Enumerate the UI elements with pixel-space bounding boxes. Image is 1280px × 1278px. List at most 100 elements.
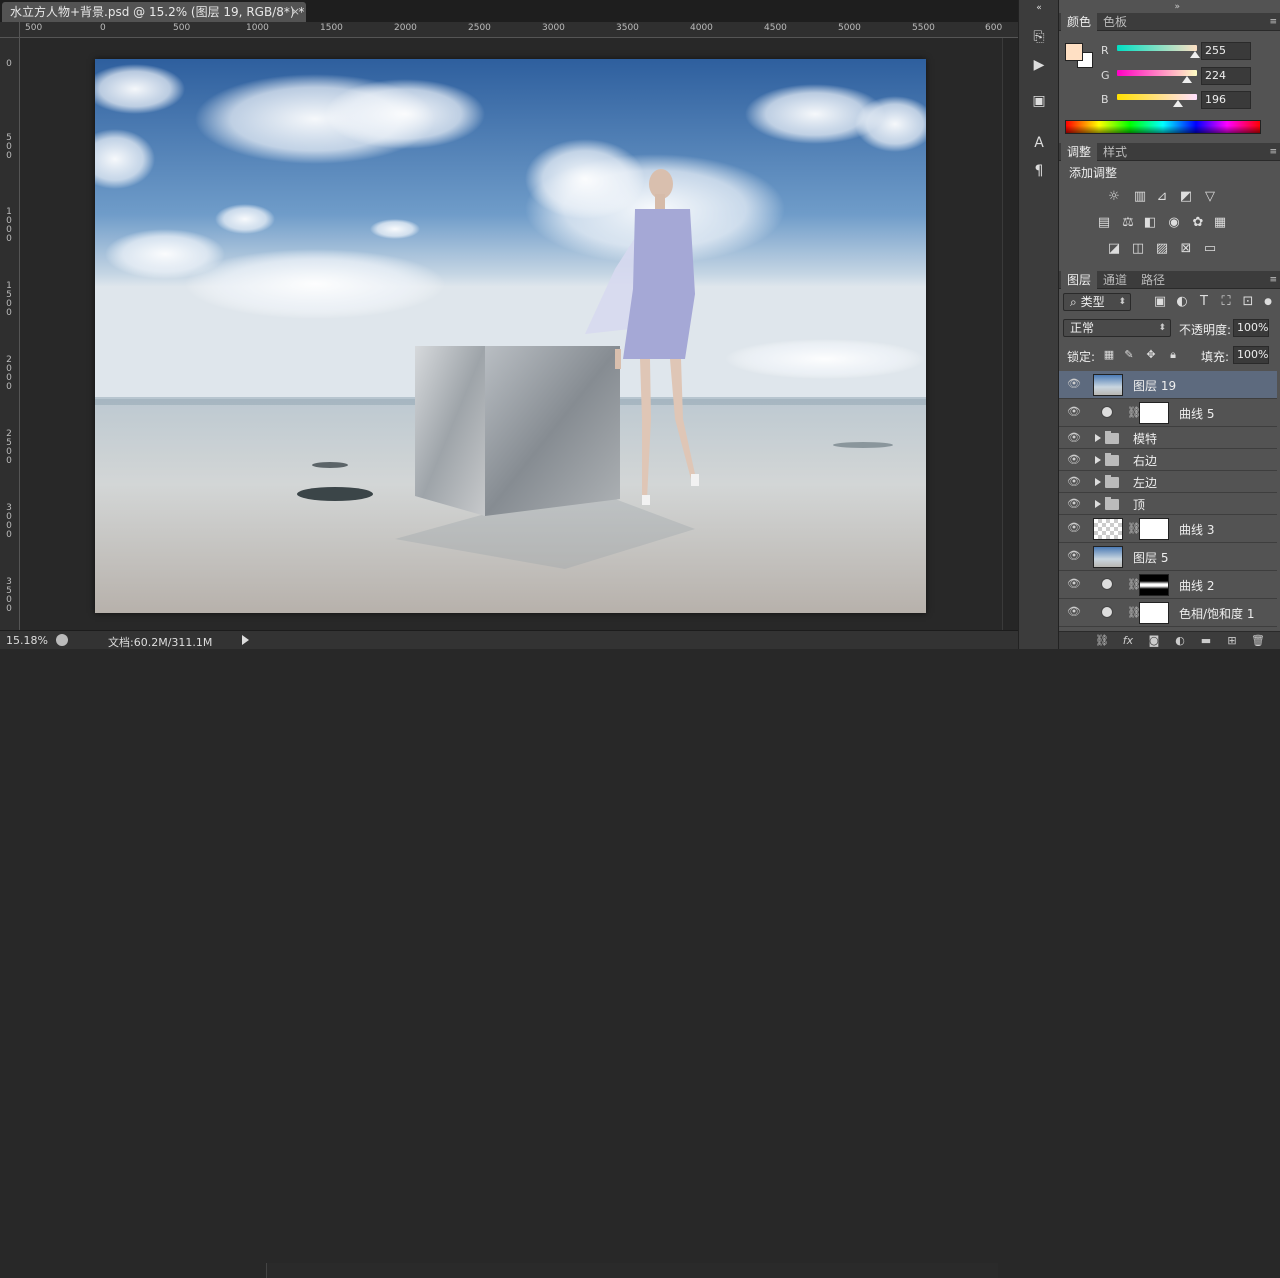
status-info-icon[interactable]	[56, 634, 68, 646]
character-icon[interactable]: A	[1030, 134, 1048, 152]
green-slider-thumb[interactable]	[1182, 76, 1192, 83]
layer-row[interactable]: 👁︎ 图层 19	[1059, 371, 1277, 399]
selective-color-icon[interactable]: ⊠	[1177, 240, 1195, 258]
black-white-icon[interactable]: ◧	[1141, 214, 1159, 232]
tool-presets-icon[interactable]: ▣	[1030, 92, 1048, 110]
layer-mask-thumbnail[interactable]	[1139, 518, 1169, 540]
artwork-image[interactable]	[95, 59, 926, 613]
color-spectrum-bar[interactable]	[1065, 120, 1261, 134]
brightness-icon[interactable]: ☼	[1105, 188, 1123, 206]
color-balance-icon[interactable]: ⚖	[1119, 214, 1137, 232]
tab-swatches[interactable]: 色板	[1097, 13, 1133, 31]
expand-arrow-icon[interactable]	[1095, 456, 1101, 464]
layer-row[interactable]: 👁︎ 顶	[1059, 493, 1277, 515]
horizontal-ruler[interactable]: 500 0 500 1000 1500 2000 2500 3000 3500 …	[20, 22, 1018, 38]
curves-icon[interactable]: ⊿	[1153, 188, 1171, 206]
tab-paths[interactable]: 路径	[1135, 271, 1171, 289]
color-lookup-icon[interactable]: ▦	[1211, 214, 1229, 232]
filter-type-icon[interactable]: T	[1195, 293, 1213, 311]
tab-adjustments[interactable]: 调整	[1061, 143, 1098, 161]
visibility-eye-icon[interactable]: 👁︎	[1067, 550, 1081, 561]
layer-row[interactable]: 👁︎ 图层 5	[1059, 543, 1277, 571]
layer-row[interactable]: 👁︎ ⛓ 曲线 3	[1059, 515, 1277, 543]
link-layers-icon[interactable]: ⛓	[1095, 634, 1109, 648]
panel-menu-icon[interactable]: ≡	[1269, 275, 1277, 285]
visibility-eye-icon[interactable]: 👁︎	[1067, 606, 1081, 617]
red-slider-thumb[interactable]	[1190, 51, 1200, 58]
levels-icon[interactable]: ▥	[1131, 188, 1149, 206]
visibility-eye-icon[interactable]: 👁︎	[1067, 476, 1081, 487]
layer-filter-dropdown[interactable]: ⌕ 类型	[1063, 293, 1131, 311]
visibility-eye-icon[interactable]: 👁︎	[1067, 578, 1081, 589]
lock-brush-icon[interactable]: ✎	[1123, 349, 1135, 361]
new-adjustment-icon[interactable]: ◐	[1173, 634, 1187, 648]
collapse-panels-icon[interactable]: »	[1174, 2, 1180, 12]
expand-arrow-icon[interactable]	[1095, 500, 1101, 508]
layer-row[interactable]: 👁︎ 右边	[1059, 449, 1277, 471]
expand-arrow-icon[interactable]	[1095, 434, 1101, 442]
new-layer-icon[interactable]: ⊞	[1225, 634, 1239, 648]
layer-mask-thumbnail[interactable]	[1139, 574, 1169, 596]
paragraph-icon[interactable]: ¶	[1030, 162, 1048, 180]
layer-row[interactable]: 👁︎ ⛓ 曲线 2	[1059, 571, 1277, 599]
tab-layers[interactable]: 图层	[1061, 271, 1098, 289]
blend-mode-dropdown[interactable]: 正常	[1063, 319, 1171, 337]
visibility-eye-icon[interactable]: 👁︎	[1067, 406, 1081, 417]
close-tab-icon[interactable]: ×	[291, 2, 300, 22]
visibility-eye-icon[interactable]: 👁︎	[1067, 378, 1081, 389]
fx-icon[interactable]: fx	[1121, 634, 1135, 648]
exposure-icon[interactable]: ◩	[1177, 188, 1195, 206]
vibrance-icon[interactable]: ▽	[1201, 188, 1219, 206]
actions-play-icon[interactable]: ▶	[1030, 56, 1048, 74]
red-slider[interactable]	[1117, 45, 1197, 51]
visibility-eye-icon[interactable]: 👁︎	[1067, 498, 1081, 509]
tab-styles[interactable]: 样式	[1097, 143, 1133, 161]
layer-mask-thumbnail[interactable]	[1139, 602, 1169, 624]
channel-mixer-icon[interactable]: ✿	[1189, 214, 1207, 232]
fill-value[interactable]: 100%	[1233, 346, 1269, 364]
vertical-ruler[interactable]: 0 500 1000 1500 2000 2500 3000 3500	[0, 38, 20, 630]
threshold-icon[interactable]: ▨	[1153, 240, 1171, 258]
filter-toggle-icon[interactable]: ●	[1259, 293, 1277, 311]
zoom-level[interactable]: 15.18%	[6, 634, 48, 647]
vertical-scrollbar[interactable]	[1002, 38, 1018, 630]
collapse-dock-icon[interactable]: «	[1030, 2, 1048, 20]
visibility-eye-icon[interactable]: 👁︎	[1067, 454, 1081, 465]
visibility-eye-icon[interactable]: 👁︎	[1067, 522, 1081, 533]
layer-row[interactable]: 👁︎ 模特	[1059, 427, 1277, 449]
filter-smart-object-icon[interactable]: ⊡	[1239, 293, 1257, 311]
hue-saturation-icon[interactable]: ▤	[1095, 214, 1113, 232]
horizontal-scrollbar[interactable]	[266, 1263, 998, 1278]
tab-channels[interactable]: 通道	[1097, 271, 1133, 289]
foreground-color-swatch[interactable]	[1065, 43, 1083, 61]
posterize-icon[interactable]: ◫	[1129, 240, 1147, 258]
layer-row[interactable]: 👁︎ 左边	[1059, 471, 1277, 493]
gradient-map-icon[interactable]: ▭	[1201, 240, 1219, 258]
panel-menu-icon[interactable]: ≡	[1269, 17, 1277, 27]
opacity-value[interactable]: 100%	[1233, 319, 1269, 337]
lock-transparent-icon[interactable]: ▦	[1103, 349, 1115, 361]
lock-all-icon[interactable]: 🔒︎	[1167, 349, 1179, 361]
filter-pixel-icon[interactable]: ▣	[1151, 293, 1169, 311]
layer-row[interactable]: 👁︎ ⛓ 色相/饱和度 1	[1059, 599, 1277, 627]
add-mask-icon[interactable]: ◙	[1147, 634, 1161, 648]
layer-mask-thumbnail[interactable]	[1139, 402, 1169, 424]
ruler-corner[interactable]	[0, 22, 20, 38]
tab-color[interactable]: 颜色	[1061, 13, 1098, 31]
new-group-icon[interactable]: ▬	[1199, 634, 1213, 648]
filter-shape-icon[interactable]: ⛶	[1217, 293, 1235, 311]
document-tab[interactable]: 水立方人物+背景.psd @ 15.2% (图层 19, RGB/8*) * ×	[2, 2, 306, 22]
expand-arrow-icon[interactable]	[1095, 478, 1101, 486]
filter-adjustment-icon[interactable]: ◐	[1173, 293, 1191, 311]
history-icon[interactable]: ⎘	[1030, 28, 1048, 46]
panel-menu-icon[interactable]: ≡	[1269, 147, 1277, 157]
red-value[interactable]: 255	[1201, 42, 1251, 60]
invert-icon[interactable]: ◪	[1105, 240, 1123, 258]
status-menu-arrow-icon[interactable]	[242, 635, 249, 645]
blue-slider[interactable]	[1117, 94, 1197, 100]
green-value[interactable]: 224	[1201, 67, 1251, 85]
delete-layer-icon[interactable]: 🗑︎	[1251, 634, 1265, 648]
layer-row[interactable]: 👁︎ ⛓ 曲线 5	[1059, 399, 1277, 427]
blue-slider-thumb[interactable]	[1173, 100, 1183, 107]
visibility-eye-icon[interactable]: 👁︎	[1067, 432, 1081, 443]
